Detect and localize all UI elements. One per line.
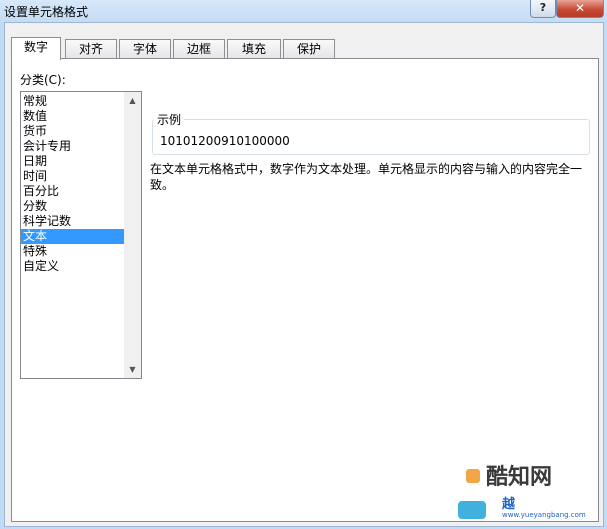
category-item-date[interactable]: 日期 (21, 154, 124, 169)
tab-protection[interactable]: 保护 (283, 39, 335, 59)
tab-border[interactable]: 边框 (173, 39, 225, 59)
category-item-special[interactable]: 特殊 (21, 244, 124, 259)
category-item-accounting[interactable]: 会计专用 (21, 139, 124, 154)
watermark-line1: 酷知网 (486, 465, 553, 490)
sample-label: 示例 (154, 111, 185, 128)
category-scrollbar[interactable]: ▲ ▼ (124, 92, 141, 378)
tab-fill[interactable]: 填充 (227, 39, 281, 59)
close-button[interactable]: ✕ (556, 0, 604, 18)
watermark-logo: 酷知网 越 www.yueyangbang.com (440, 455, 600, 523)
tab-font[interactable]: 字体 (119, 39, 171, 59)
scroll-up-arrow-icon[interactable]: ▲ (124, 92, 141, 109)
help-button[interactable]: ? (530, 0, 556, 18)
category-item-text[interactable]: 文本 (21, 229, 124, 244)
format-description: 在文本单元格格式中，数字作为文本处理。单元格显示的内容与输入的内容完全一致。 (150, 162, 583, 192)
category-item-general[interactable]: 常规 (21, 94, 124, 109)
scroll-down-arrow-icon[interactable]: ▼ (124, 361, 141, 378)
watermark-line2: 越 (502, 497, 516, 512)
tab-alignment[interactable]: 对齐 (65, 39, 117, 59)
watermark-url: www.yueyangbang.com (502, 511, 586, 519)
sample-value: 10101200910100000 (160, 134, 290, 148)
category-item-number[interactable]: 数值 (21, 109, 124, 124)
category-item-custom[interactable]: 自定义 (21, 259, 124, 274)
category-item-time[interactable]: 时间 (21, 169, 124, 184)
tab-number[interactable]: 数字 (11, 37, 61, 60)
category-item-currency[interactable]: 货币 (21, 124, 124, 139)
category-label: 分类(C): (20, 73, 66, 87)
category-listbox[interactable]: 常规 数值 货币 会计专用 日期 时间 百分比 分数 科学记数 文本 特殊 自定… (20, 91, 142, 379)
dialog-body: 数字 对齐 字体 边框 填充 保护 分类(C): 常规 数值 货币 会计专用 日… (4, 22, 604, 527)
category-item-percentage[interactable]: 百分比 (21, 184, 124, 199)
category-item-fraction[interactable]: 分数 (21, 199, 124, 214)
tab-panel-number: 分类(C): 常规 数值 货币 会计专用 日期 时间 百分比 分数 科学记数 文… (11, 58, 599, 522)
category-item-scientific[interactable]: 科学记数 (21, 214, 124, 229)
window-title: 设置单元格格式 (4, 5, 89, 19)
title-bar: 设置单元格格式 ? ✕ (0, 0, 607, 22)
